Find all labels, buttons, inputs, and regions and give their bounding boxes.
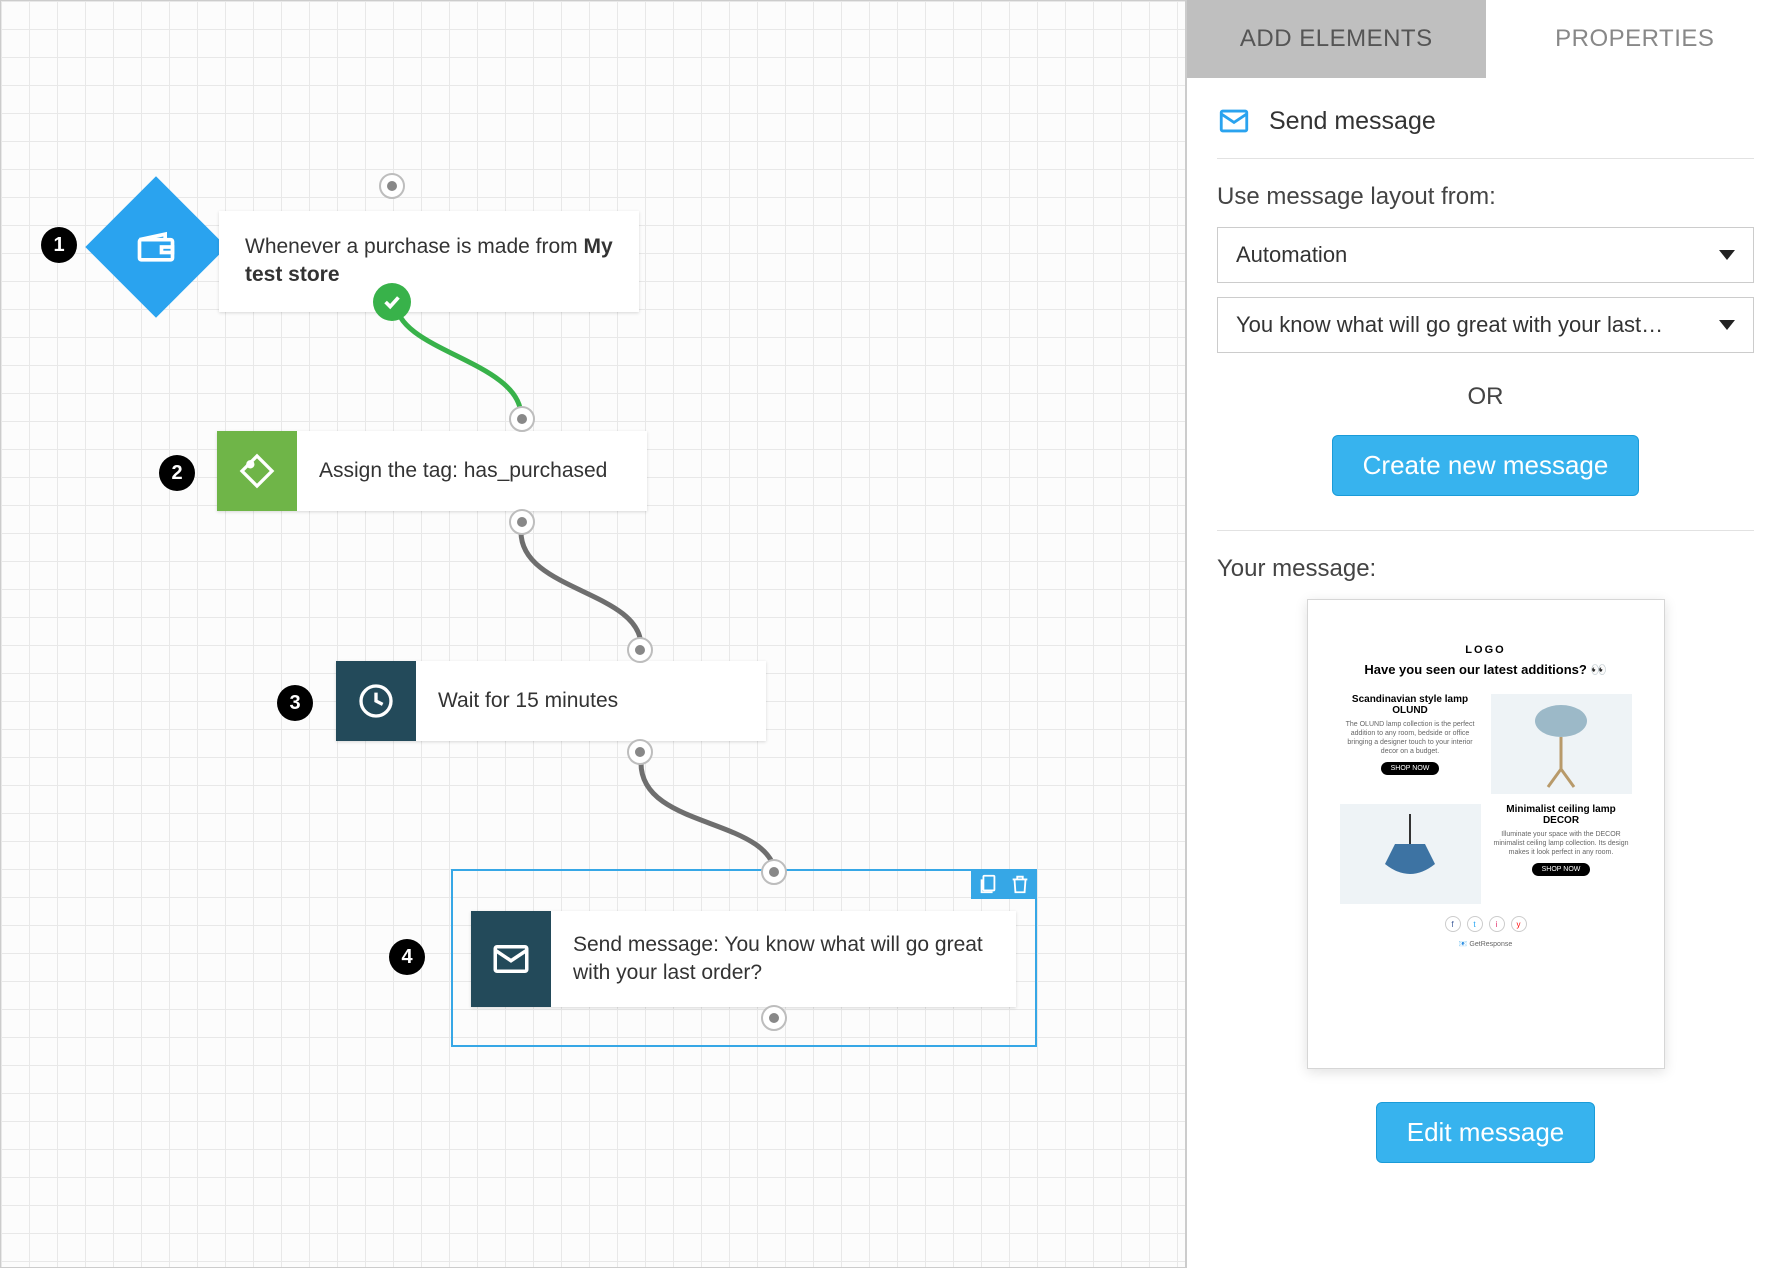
port-out-4[interactable] xyxy=(761,1005,787,1031)
properties-panel: Send message Use message layout from: Au… xyxy=(1187,78,1784,1268)
preview-logo: LOGO xyxy=(1340,644,1632,656)
or-divider: OR xyxy=(1217,383,1754,411)
step-badge-1: 1 xyxy=(41,227,77,263)
layout-source-value: Automation xyxy=(1236,242,1347,268)
layout-label: Use message layout from: xyxy=(1217,183,1754,211)
node-tag-text: Assign the tag: has_purchased xyxy=(319,457,607,485)
node-trigger-text: Whenever a purchase is made from xyxy=(245,235,583,258)
message-select-dropdown[interactable]: You know what will go great with your la… xyxy=(1217,297,1754,353)
node-trigger-icon[interactable] xyxy=(85,176,226,317)
mail-icon xyxy=(490,938,532,980)
node-wait[interactable]: Wait for 15 minutes xyxy=(336,661,766,741)
port-out-3[interactable] xyxy=(627,739,653,765)
port-in-4[interactable] xyxy=(761,859,787,885)
node-message[interactable]: Send message: You know what will go grea… xyxy=(471,911,1016,1007)
message-select-value: You know what will go great with your la… xyxy=(1236,312,1663,338)
layout-source-dropdown[interactable]: Automation xyxy=(1217,227,1754,283)
preview-social-row: ftiy xyxy=(1340,916,1632,932)
preview-product1-image xyxy=(1491,694,1632,794)
preview-product2-title: Minimalist ceiling lamp DECOR xyxy=(1491,804,1632,826)
preview-product2-desc: Illuminate your space with the DECOR min… xyxy=(1491,830,1632,857)
check-icon xyxy=(381,291,403,313)
preview-product1-title: Scandinavian style lamp OLUND xyxy=(1340,694,1481,716)
tab-add-elements[interactable]: ADD ELEMENTS xyxy=(1187,0,1486,78)
port-out-1[interactable] xyxy=(379,173,405,199)
divider xyxy=(1217,530,1754,531)
node-wait-text: Wait for 15 minutes xyxy=(438,687,618,715)
preview-shop-button-2: SHOP NOW xyxy=(1532,863,1591,876)
properties-sidebar: ADD ELEMENTS PROPERTIES Send message Use… xyxy=(1186,0,1784,1268)
duplicate-icon[interactable] xyxy=(977,873,999,895)
step-badge-3: 3 xyxy=(277,685,313,721)
chevron-down-icon xyxy=(1719,320,1735,330)
selection-toolbar xyxy=(971,869,1037,899)
connectors xyxy=(1,1,1185,1267)
chevron-down-icon xyxy=(1719,250,1735,260)
sidebar-tabs: ADD ELEMENTS PROPERTIES xyxy=(1187,0,1784,78)
step-badge-4: 4 xyxy=(389,939,425,975)
port-out-2[interactable] xyxy=(509,509,535,535)
message-preview[interactable]: LOGO Have you seen our latest additions?… xyxy=(1307,599,1665,1069)
preview-footer-brand: 📧 GetResponse xyxy=(1340,940,1632,948)
wallet-icon xyxy=(134,225,178,269)
edit-message-button[interactable]: Edit message xyxy=(1376,1102,1596,1163)
mail-icon xyxy=(1217,104,1251,138)
step-complete-check xyxy=(373,283,411,321)
preview-product1-desc: The OLUND lamp collection is the perfect… xyxy=(1340,720,1481,756)
workflow-canvas[interactable]: 1 Whenever a purchase is made from My te… xyxy=(0,0,1186,1268)
preview-headline: Have you seen our latest additions? 👀 xyxy=(1340,662,1632,678)
trash-icon[interactable] xyxy=(1009,873,1031,895)
tab-properties[interactable]: PROPERTIES xyxy=(1486,0,1784,78)
port-in-2[interactable] xyxy=(509,406,535,432)
node-message-text: Send message: You know what will go grea… xyxy=(573,931,994,988)
panel-title: Send message xyxy=(1269,107,1436,136)
node-tag[interactable]: Assign the tag: has_purchased xyxy=(217,431,647,511)
preview-shop-button-1: SHOP NOW xyxy=(1381,762,1440,775)
step-badge-2: 2 xyxy=(159,455,195,491)
create-message-button[interactable]: Create new message xyxy=(1332,435,1640,496)
clock-icon xyxy=(356,681,396,721)
tag-icon xyxy=(237,451,277,491)
your-message-label: Your message: xyxy=(1217,555,1754,583)
port-in-3[interactable] xyxy=(627,637,653,663)
node-trigger[interactable]: Whenever a purchase is made from My test… xyxy=(219,211,639,312)
preview-product2-image xyxy=(1340,804,1481,904)
